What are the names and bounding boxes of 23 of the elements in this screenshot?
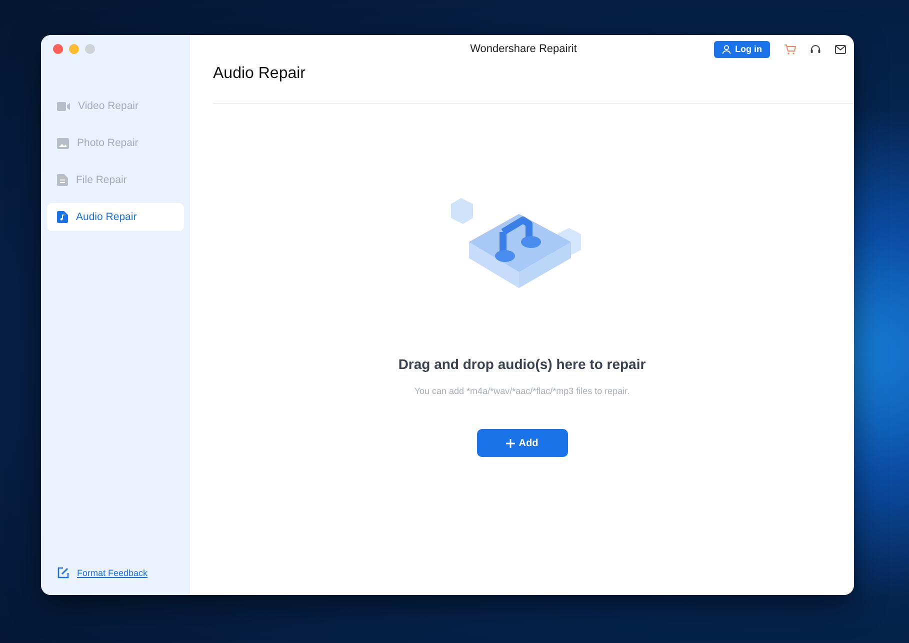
close-icon[interactable] xyxy=(53,44,63,54)
video-camera-icon xyxy=(57,100,70,112)
music-file-icon xyxy=(57,211,68,223)
image-icon xyxy=(57,138,69,148)
drop-heading: Drag and drop audio(s) here to repair xyxy=(398,356,646,372)
plus-icon xyxy=(506,438,515,448)
feedback-link[interactable]: Format Feedback xyxy=(77,568,148,578)
login-button[interactable]: Log in xyxy=(714,40,770,58)
document-icon xyxy=(57,174,68,186)
mail-icon[interactable] xyxy=(835,44,846,54)
cart-icon[interactable] xyxy=(784,44,796,54)
sidebar-item[interactable]: Photo Repair xyxy=(47,129,184,157)
sidebar-item[interactable]: File Repair xyxy=(47,166,184,194)
page-title: Audio Repair xyxy=(213,65,306,83)
add-button[interactable]: Add xyxy=(476,429,568,457)
drop-hint: You can add *m4a/*wav/*aac/*flac/*mp3 files to repair. xyxy=(414,386,630,396)
minimize-icon[interactable] xyxy=(69,44,79,54)
sidebar-item[interactable]: Audio Repair xyxy=(47,203,184,231)
window-title: Wondershare Repairit xyxy=(469,43,578,55)
headset-icon[interactable] xyxy=(810,44,821,54)
user-icon xyxy=(722,44,731,54)
edit-icon xyxy=(57,567,69,579)
sidebar-item[interactable]: Video Repair xyxy=(47,92,184,120)
